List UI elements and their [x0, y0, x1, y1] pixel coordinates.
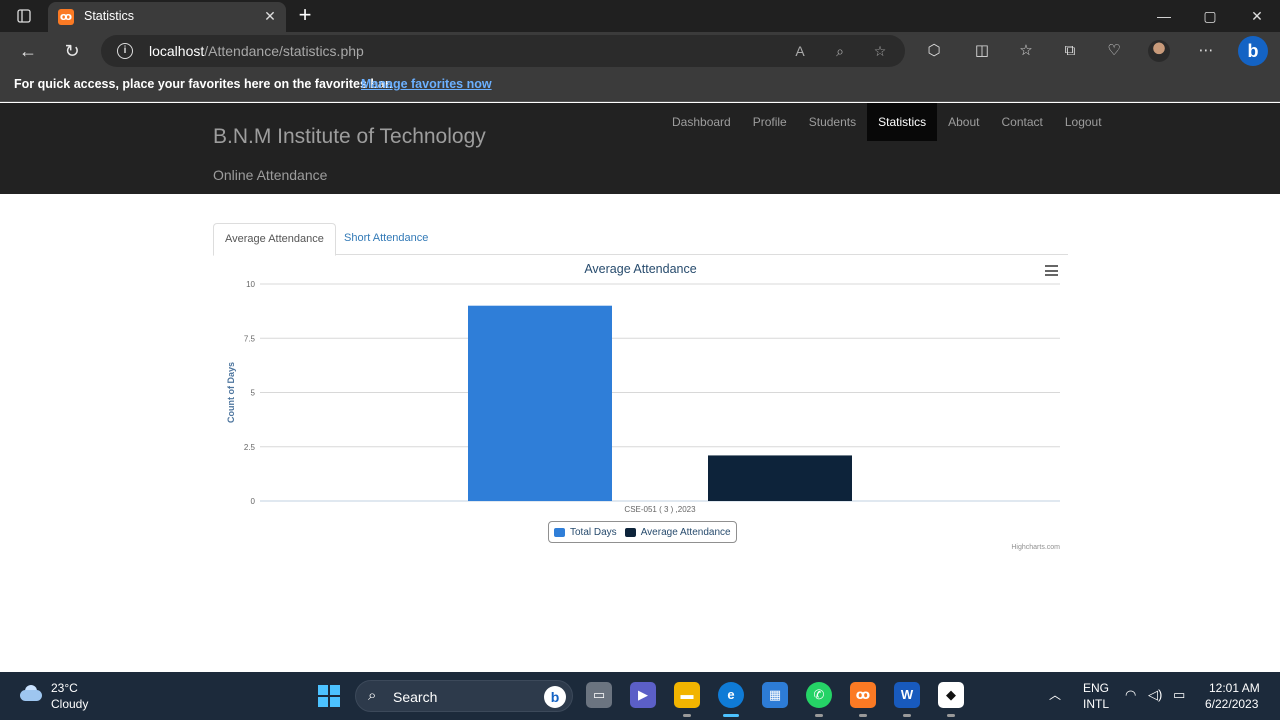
- sidebar-toggle-icon[interactable]: [10, 6, 38, 26]
- url-text[interactable]: localhost/Attendance/statistics.php: [149, 43, 364, 59]
- extensions-icon[interactable]: ⬡: [922, 39, 946, 63]
- bar-average-attendance: [708, 455, 852, 501]
- site-tagline: Online Attendance: [213, 167, 328, 183]
- microsoft-store-icon[interactable]: ▦: [762, 682, 788, 708]
- legend-swatch: [554, 527, 565, 537]
- battery-icon[interactable]: ▭: [1173, 687, 1185, 703]
- volume-icon[interactable]: ◁): [1148, 687, 1162, 703]
- minimize-icon[interactable]: —: [1153, 6, 1175, 26]
- site-info-icon[interactable]: i: [117, 43, 133, 59]
- legend-label: Average Attendance: [640, 526, 731, 538]
- xampp-taskbar-icon[interactable]: ꝏ: [850, 682, 876, 708]
- more-menu-icon[interactable]: ⋯: [1194, 39, 1218, 63]
- chart-title: Average Attendance: [584, 262, 697, 276]
- app-running-indicator: [683, 714, 691, 717]
- favorites-prompt: For quick access, place your favorites h…: [14, 77, 393, 91]
- task-view-icon[interactable]: ▭: [586, 682, 612, 708]
- clock-time[interactable]: 12:01 AM: [1209, 681, 1260, 695]
- app-running-indicator: [947, 714, 955, 717]
- legend-swatch: [624, 527, 636, 537]
- browser-titlebar: ꝏ Statistics ✕ + — ▢ ✕: [0, 0, 1280, 32]
- search-label: Search: [393, 689, 438, 705]
- main-nav: Dashboard Profile Students Statistics Ab…: [661, 103, 1113, 141]
- site-header: B.N.M Institute of Technology Online Att…: [0, 103, 1280, 194]
- search-icon: ⌕: [368, 687, 377, 704]
- wifi-icon[interactable]: ◠: [1125, 687, 1136, 703]
- zoom-icon[interactable]: ⌕: [830, 41, 850, 61]
- tab-average-attendance[interactable]: Average Attendance: [213, 223, 336, 256]
- y-axis-title: Count of Days: [226, 362, 236, 423]
- app-running-indicator: [859, 714, 867, 717]
- weather-temp[interactable]: 23°C: [51, 681, 78, 695]
- file-explorer-icon[interactable]: ▬: [674, 682, 700, 708]
- refresh-icon[interactable]: ↻: [60, 39, 84, 63]
- address-bar[interactable]: i localhost/Attendance/statistics.php A …: [101, 35, 905, 67]
- bar-total-days: [468, 305, 612, 501]
- close-tab-icon[interactable]: ✕: [262, 8, 278, 24]
- browser-toolbar: ← ↻ i localhost/Attendance/statistics.ph…: [0, 32, 1280, 70]
- language-line2[interactable]: INTL: [1083, 697, 1109, 711]
- language-line1[interactable]: ENG: [1083, 681, 1109, 695]
- nav-students[interactable]: Students: [798, 103, 867, 141]
- weather-desc[interactable]: Cloudy: [51, 697, 88, 711]
- favorites-bar: For quick access, place your favorites h…: [0, 70, 1280, 102]
- notion-like-app-icon[interactable]: ◆: [938, 682, 964, 708]
- legend-label: Total Days: [570, 526, 617, 538]
- y-tick-label: 5: [251, 389, 256, 398]
- attendance-chart: 0 2.5 5 7.5 10 Count of Days CSE-051 ( 3 ) ,20…: [213, 256, 1068, 556]
- chart-legend: Total Days Average Attendance: [548, 521, 737, 543]
- chevron-up-icon[interactable]: ︿: [1049, 686, 1061, 703]
- windows-start-icon[interactable]: [318, 685, 340, 707]
- nav-profile[interactable]: Profile: [742, 103, 798, 141]
- browser-essentials-icon[interactable]: ♡: [1102, 39, 1126, 63]
- teams-chat-icon[interactable]: ▶: [630, 682, 656, 708]
- manage-favorites-link[interactable]: Manage favorites now: [361, 77, 492, 91]
- app-running-indicator: [903, 714, 911, 717]
- whatsapp-icon[interactable]: ✆: [806, 682, 832, 708]
- favorites-icon[interactable]: ☆: [1014, 39, 1038, 63]
- read-aloud-icon[interactable]: A: [790, 41, 810, 61]
- clock-date[interactable]: 6/22/2023: [1205, 697, 1258, 711]
- statistics-tabs: Average Attendance Short Attendance: [213, 223, 1068, 256]
- cloud-icon[interactable]: [18, 684, 44, 702]
- nav-contact[interactable]: Contact: [990, 103, 1053, 141]
- app-active-indicator: [723, 714, 739, 717]
- split-screen-icon[interactable]: ◫: [970, 39, 994, 63]
- tab-title: Statistics: [84, 9, 135, 23]
- new-tab-button[interactable]: +: [294, 4, 316, 27]
- word-icon[interactable]: W: [894, 682, 920, 708]
- tab-short-attendance[interactable]: Short Attendance: [333, 223, 439, 255]
- back-icon[interactable]: ←: [16, 39, 40, 63]
- favorite-star-icon[interactable]: ☆: [870, 41, 890, 61]
- y-tick-label: 0: [251, 497, 256, 506]
- legend-item-average-attendance[interactable]: Average Attendance: [624, 526, 731, 538]
- site-brand[interactable]: B.N.M Institute of Technology: [213, 125, 486, 149]
- profile-avatar[interactable]: [1148, 40, 1170, 62]
- nav-logout[interactable]: Logout: [1054, 103, 1113, 141]
- taskbar: 23°C Cloudy ⌕ Search b ▭ ▶ ▬ e ▦ ✆ ꝏ W ◆…: [0, 672, 1280, 720]
- y-tick-label: 2.5: [244, 443, 256, 452]
- nav-dashboard[interactable]: Dashboard: [661, 103, 742, 141]
- y-tick-label: 7.5: [244, 334, 256, 343]
- xampp-icon: ꝏ: [58, 9, 74, 25]
- taskbar-search[interactable]: ⌕ Search b: [355, 680, 573, 712]
- bing-icon: b: [544, 686, 566, 708]
- chart-credits[interactable]: Highcharts.com: [1011, 544, 1060, 551]
- x-category-label: CSE-051 ( 3 ) ,2023: [624, 505, 696, 514]
- y-tick-label: 10: [246, 280, 255, 289]
- app-running-indicator: [815, 714, 823, 717]
- collections-icon[interactable]: ⧉: [1058, 39, 1082, 63]
- edge-browser-icon[interactable]: e: [718, 682, 744, 708]
- nav-statistics[interactable]: Statistics: [867, 103, 938, 141]
- browser-tab[interactable]: ꝏ Statistics ✕: [48, 2, 286, 32]
- bing-chat-icon[interactable]: b: [1238, 36, 1268, 66]
- close-window-icon[interactable]: ✕: [1246, 6, 1268, 26]
- maximize-icon[interactable]: ▢: [1199, 6, 1221, 26]
- legend-item-total-days[interactable]: Total Days: [554, 527, 617, 538]
- chart-menu-icon[interactable]: [1045, 265, 1058, 276]
- chart-svg: 0 2.5 5 7.5 10 Count of Days CSE-051 ( 3 ) ,20…: [226, 280, 1060, 514]
- nav-about[interactable]: About: [937, 103, 990, 141]
